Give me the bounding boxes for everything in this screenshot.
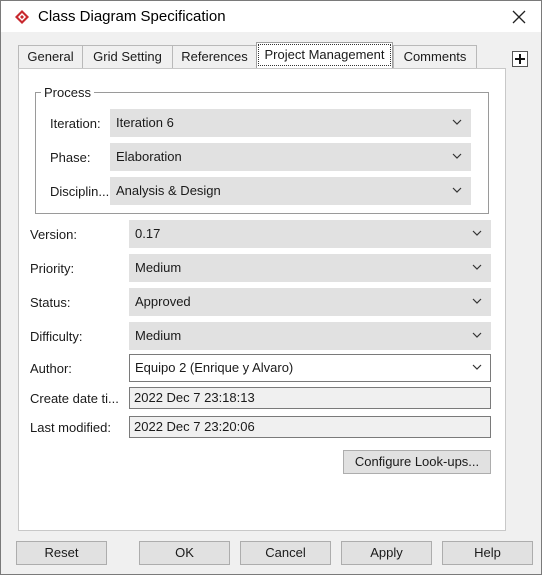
- phase-label: Phase:: [50, 150, 91, 165]
- priority-value: Medium: [135, 260, 182, 275]
- create-date-label: Create date ti...: [30, 391, 119, 406]
- close-icon: [512, 10, 526, 23]
- project-management-panel: Process Iteration: Iteration 6 Phase: El…: [18, 68, 506, 531]
- status-select[interactable]: Approved: [129, 288, 491, 316]
- author-combo[interactable]: Equipo 2 (Enrique y Alvaro): [129, 354, 491, 382]
- tab-grid-setting[interactable]: Grid Setting: [82, 45, 173, 68]
- difficulty-select[interactable]: Medium: [129, 322, 491, 350]
- dialog-window: Class Diagram Specification General Grid…: [0, 0, 542, 575]
- title-bar: Class Diagram Specification: [1, 1, 541, 32]
- chevron-down-icon: [452, 119, 462, 125]
- difficulty-value: Medium: [135, 328, 182, 343]
- close-button[interactable]: [501, 1, 537, 32]
- iteration-label: Iteration:: [50, 116, 101, 131]
- window-title: Class Diagram Specification: [38, 8, 226, 25]
- version-label: Version:: [30, 227, 77, 242]
- difficulty-label: Difficulty:: [30, 329, 83, 344]
- tab-comments[interactable]: Comments: [393, 45, 477, 68]
- discipline-select[interactable]: Analysis & Design: [110, 177, 471, 205]
- status-label: Status:: [30, 295, 71, 310]
- tab-general[interactable]: General: [18, 45, 83, 68]
- author-label: Author:: [30, 361, 72, 376]
- configure-lookups-button[interactable]: Configure Look-ups...: [343, 450, 491, 474]
- iteration-select[interactable]: Iteration 6: [110, 109, 471, 137]
- chevron-down-icon: [472, 364, 482, 370]
- version-select[interactable]: 0.17: [129, 220, 491, 248]
- phase-select[interactable]: Elaboration: [110, 143, 471, 171]
- tab-project-management[interactable]: Project Management: [256, 42, 393, 68]
- help-button[interactable]: Help: [442, 541, 533, 565]
- tab-references[interactable]: References: [172, 45, 257, 68]
- ok-button[interactable]: OK: [139, 541, 230, 565]
- chevron-down-icon: [472, 264, 482, 270]
- chevron-down-icon: [452, 187, 462, 193]
- chevron-down-icon: [452, 153, 462, 159]
- priority-select[interactable]: Medium: [129, 254, 491, 282]
- plus-icon: [515, 54, 525, 64]
- apply-button[interactable]: Apply: [341, 541, 432, 565]
- priority-label: Priority:: [30, 261, 75, 276]
- process-group-title: Process: [41, 85, 94, 100]
- chevron-down-icon: [472, 332, 482, 338]
- create-date-field[interactable]: 2022 Dec 7 23:18:13: [129, 387, 491, 409]
- status-value: Approved: [135, 294, 191, 309]
- phase-value: Elaboration: [116, 149, 182, 164]
- chevron-down-icon: [472, 230, 482, 236]
- add-tab-button[interactable]: [512, 51, 528, 67]
- cancel-button[interactable]: Cancel: [240, 541, 331, 565]
- reset-button[interactable]: Reset: [16, 541, 107, 565]
- last-modified-field[interactable]: 2022 Dec 7 23:20:06: [129, 416, 491, 438]
- discipline-value: Analysis & Design: [116, 183, 221, 198]
- discipline-label: Disciplin...: [50, 184, 110, 199]
- chevron-down-icon: [472, 298, 482, 304]
- app-logo-icon: [15, 10, 29, 24]
- version-value: 0.17: [135, 226, 161, 241]
- last-modified-label: Last modified:: [30, 420, 111, 435]
- iteration-value: Iteration 6: [116, 115, 174, 130]
- author-value: Equipo 2 (Enrique y Alvaro): [135, 360, 294, 375]
